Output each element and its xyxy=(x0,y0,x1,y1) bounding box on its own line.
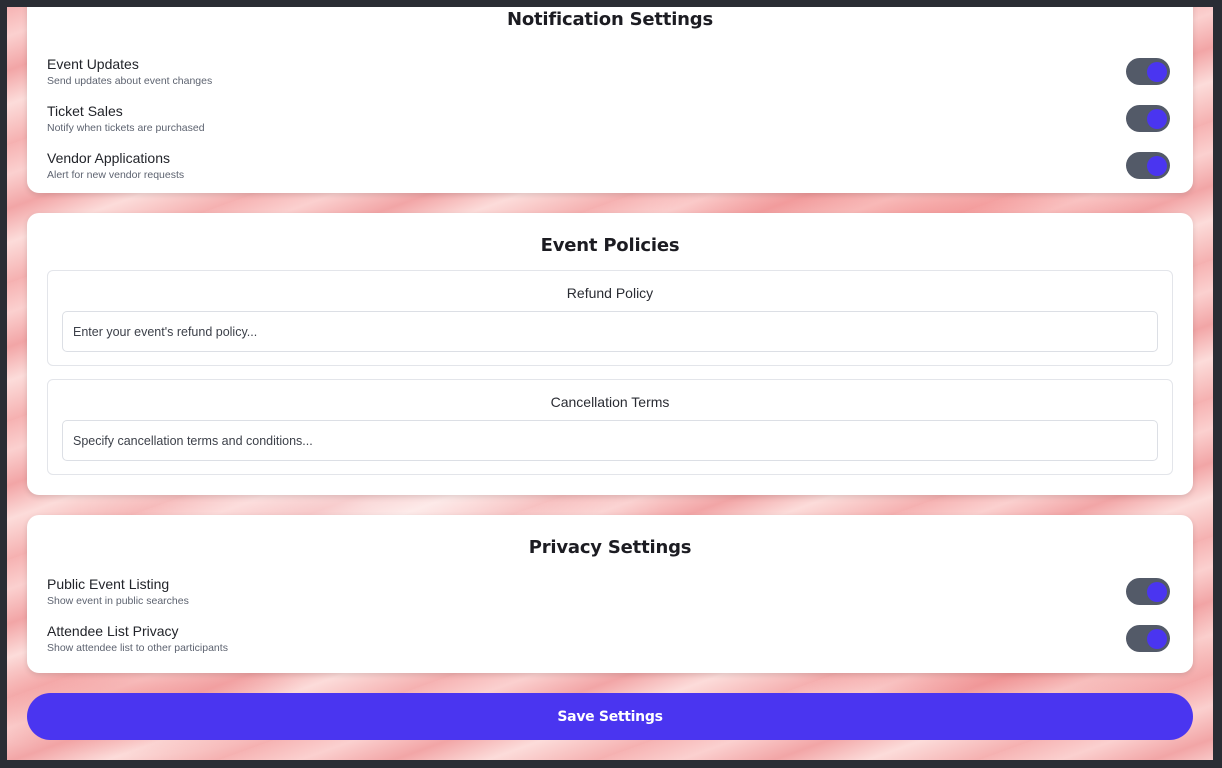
cancellation-terms-label: Cancellation Terms xyxy=(550,394,670,410)
privacy-settings-card: Privacy Settings Public Event Listing Sh… xyxy=(27,515,1193,673)
refund-policy-field: Refund Policy xyxy=(47,270,1173,366)
setting-row-attendee-list-privacy: Attendee List Privacy Show attendee list… xyxy=(47,623,1173,663)
setting-row-ticket-sales: Ticket Sales Notify when tickets are pur… xyxy=(47,103,1173,143)
setting-description: Show event in public searches xyxy=(47,595,189,607)
setting-description: Send updates about event changes xyxy=(47,75,213,87)
toggle-knob xyxy=(1147,108,1167,129)
refund-policy-input[interactable] xyxy=(62,311,1158,352)
setting-row-event-updates: Event Updates Send updates about event c… xyxy=(47,56,1173,96)
save-settings-button[interactable]: Save Settings xyxy=(27,693,1193,740)
refund-policy-label: Refund Policy xyxy=(566,285,654,301)
vendor-applications-toggle[interactable] xyxy=(1126,152,1170,179)
attendee-list-privacy-toggle[interactable] xyxy=(1126,625,1170,652)
event-policies-card: Event Policies Refund Policy Cancellatio… xyxy=(27,213,1193,495)
setting-description: Show attendee list to other participants xyxy=(47,642,228,654)
event-updates-toggle[interactable] xyxy=(1126,58,1170,85)
toggle-knob xyxy=(1147,61,1167,82)
setting-label: Vendor Applications xyxy=(47,150,170,166)
toggle-knob xyxy=(1147,581,1167,602)
toggle-knob xyxy=(1147,628,1167,649)
setting-row-public-event-listing: Public Event Listing Show event in publi… xyxy=(47,576,1173,616)
setting-description: Alert for new vendor requests xyxy=(47,169,185,181)
cancellation-terms-field: Cancellation Terms xyxy=(47,379,1173,475)
setting-label: Public Event Listing xyxy=(47,576,170,592)
notification-settings-card: Notification Settings Event Updates Send… xyxy=(27,7,1193,193)
setting-label: Attendee List Privacy xyxy=(47,623,179,639)
setting-label: Event Updates xyxy=(47,56,139,72)
cancellation-terms-input[interactable] xyxy=(62,420,1158,461)
setting-description: Notify when tickets are purchased xyxy=(47,122,205,134)
event-policies-title: Event Policies xyxy=(540,235,680,256)
ticket-sales-toggle[interactable] xyxy=(1126,105,1170,132)
notification-settings-title: Notification Settings xyxy=(506,9,713,30)
setting-label: Ticket Sales xyxy=(47,103,123,119)
public-event-listing-toggle[interactable] xyxy=(1126,578,1170,605)
privacy-settings-title: Privacy Settings xyxy=(528,537,692,558)
setting-row-vendor-applications: Vendor Applications Alert for new vendor… xyxy=(47,150,1173,190)
settings-viewport: Notification Settings Event Updates Send… xyxy=(7,7,1213,760)
toggle-knob xyxy=(1147,155,1167,176)
